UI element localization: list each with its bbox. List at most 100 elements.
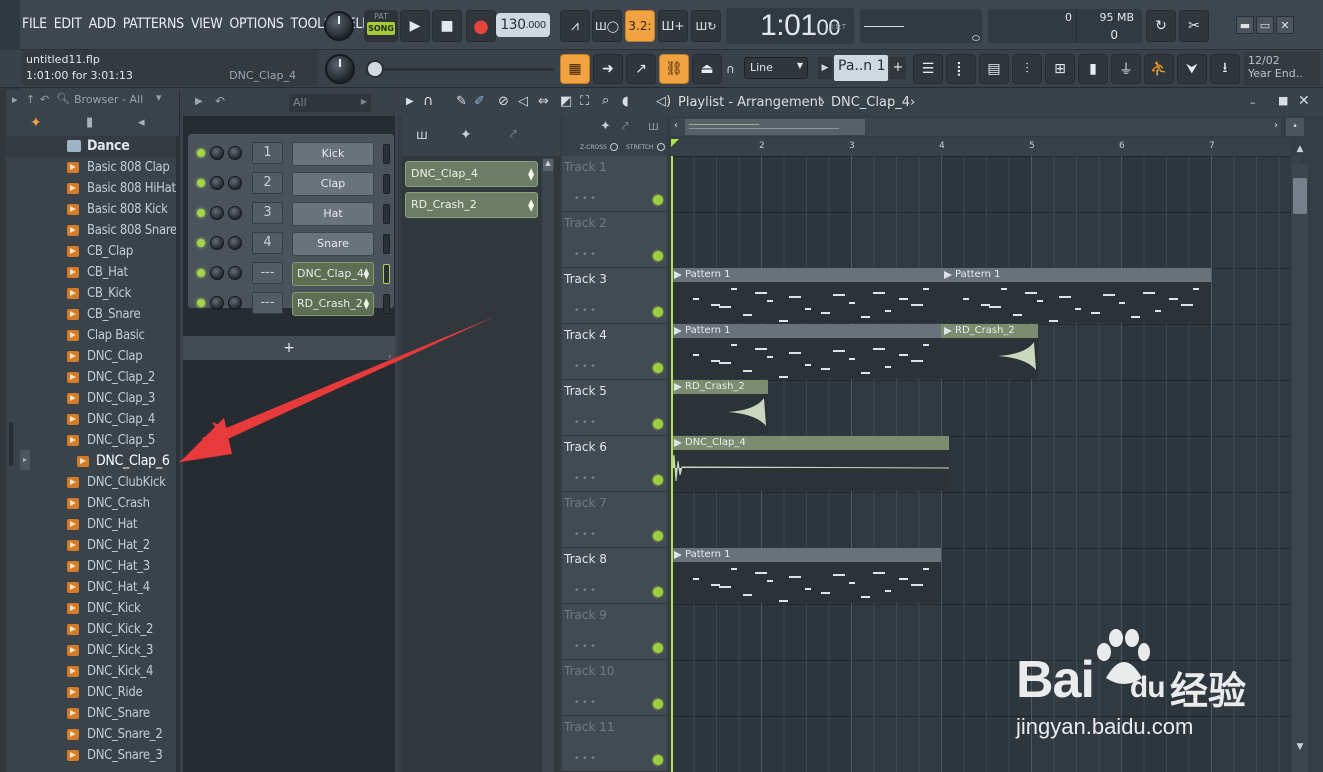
browser-collapse-icon[interactable]: ▸	[12, 93, 18, 106]
channel-button[interactable]: DNC_Clap_4 ⧫	[292, 262, 374, 286]
rack-collapse-icon[interactable]: ▶	[195, 96, 203, 107]
master-slider-handle[interactable]	[366, 60, 384, 78]
news-panel[interactable]: 12/02 Year End..	[1244, 52, 1320, 86]
plugin-database-button[interactable]: ⏚	[1111, 54, 1141, 84]
menu-edit[interactable]: EDIT	[54, 10, 82, 40]
zoom-tool-icon[interactable]: ⌕	[602, 93, 609, 108]
pattern-prev-button[interactable]: ▶	[818, 57, 832, 79]
folder-dance[interactable]: Dance	[0, 136, 180, 157]
picker-clip-dnc-clap-4[interactable]: DNC_Clap_4 ⧫	[405, 161, 538, 187]
tab-files-icon[interactable]: ▮	[86, 115, 93, 130]
track-enable-led[interactable]	[653, 363, 663, 373]
tempo-display[interactable]: 130.000	[496, 13, 550, 37]
list-item[interactable]: DNC_Hat_3	[0, 556, 180, 577]
list-item[interactable]: CB_Clap	[0, 241, 180, 262]
channel-select[interactable]	[383, 234, 390, 254]
audio-clip[interactable]: DNC_Clap_4	[671, 436, 949, 491]
delete-tool-icon[interactable]: ⊘	[498, 94, 509, 109]
channel-button[interactable]: Snare	[292, 232, 374, 256]
playlist-collapse-icon[interactable]: ▶	[406, 96, 414, 107]
pattern-selector[interactable]: Pa..n 1	[834, 55, 888, 81]
list-item[interactable]: DNC_Clap_4	[0, 409, 180, 430]
scroll-up-button[interactable]: ▲	[1292, 144, 1308, 160]
track-enable-led[interactable]	[653, 475, 663, 485]
list-item[interactable]: Basic 808 Kick	[0, 199, 180, 220]
paint-tool-icon[interactable]: ✐	[474, 94, 485, 109]
track-header[interactable]: Track 5 • • •	[562, 380, 667, 436]
vertical-scrollbar[interactable]	[1292, 164, 1308, 772]
pattern-clip[interactable]: Pattern 1	[671, 268, 941, 323]
list-item[interactable]: Basic 808 HiHat	[0, 178, 180, 199]
master-pitch-knob[interactable]	[325, 54, 355, 84]
channel-button[interactable]: Kick	[292, 142, 374, 166]
menu-options[interactable]: OPTIONS	[229, 10, 283, 40]
vertical-scroll-thumb[interactable]	[1293, 178, 1307, 214]
channel-volume-knob[interactable]	[210, 176, 224, 190]
timeline-ruler[interactable]: 2 3 4 5 6 7	[671, 138, 1291, 156]
track-enable-led[interactable]	[653, 699, 663, 709]
horizontal-scrollbar[interactable]: ‹ ›	[671, 118, 1281, 136]
master-volume-knob[interactable]	[324, 11, 354, 41]
scroll-left-icon[interactable]: ‹	[674, 120, 678, 131]
playlist-window-button[interactable]: ☰	[913, 54, 943, 84]
list-item[interactable]: DNC_Clap_5	[0, 430, 180, 451]
download-button[interactable]: ⭳	[1210, 54, 1240, 84]
mixer-track-number[interactable]: 4	[252, 232, 283, 254]
track-header[interactable]: Track 7 • • •	[562, 492, 667, 548]
list-item[interactable]: DNC_Kick_2	[0, 619, 180, 640]
list-item[interactable]: DNC_Snare	[0, 703, 180, 724]
tab-plugins-icon[interactable]: ◂	[138, 115, 145, 130]
playlist-menu-button[interactable]: •	[1286, 118, 1304, 136]
channel-select[interactable]	[383, 204, 390, 224]
list-item[interactable]: CB_Kick	[0, 283, 180, 304]
list-item[interactable]: Basic 808 Snare	[0, 220, 180, 241]
track-header[interactable]: Track 6 • • •	[562, 436, 667, 492]
list-item[interactable]: DNC_Snare_2	[0, 724, 180, 745]
channel-select[interactable]	[383, 174, 390, 194]
list-item[interactable]: DNC_Clap_2	[0, 367, 180, 388]
select-tool-icon[interactable]: ⛶	[580, 94, 589, 109]
list-item[interactable]: DNC_Hat_4	[0, 577, 180, 598]
browser-menu-icon[interactable]: ▾	[156, 91, 162, 104]
channel-volume-knob[interactable]	[210, 146, 224, 160]
project-info-button[interactable]: ▮	[1078, 54, 1108, 84]
audio-clip[interactable]: RD_Crash_2	[941, 324, 1038, 379]
channel-pan-knob[interactable]	[228, 146, 242, 160]
track-enable-led[interactable]	[653, 419, 663, 429]
mixer-button[interactable]: ⫶	[1012, 54, 1042, 84]
main-record-button[interactable]: ⏏	[692, 54, 722, 84]
piano-icon[interactable]: ш	[416, 128, 428, 143]
channel-pan-knob[interactable]	[228, 206, 242, 220]
search-icon[interactable]: 🔍︎	[56, 92, 70, 105]
typing-keyboard-button[interactable]: ▦	[560, 54, 590, 84]
track-enable-led[interactable]	[653, 251, 663, 261]
channel-mute-led[interactable]	[197, 149, 205, 157]
list-item[interactable]: DNC_ClubKick	[0, 472, 180, 493]
menu-patterns[interactable]: PATTERNS	[123, 10, 184, 40]
channel-rack-button[interactable]: ▤	[979, 54, 1009, 84]
list-item[interactable]: DNC_Clap_3	[0, 388, 180, 409]
audio-clip[interactable]: RD_Crash_2	[671, 380, 768, 435]
channel-mute-led[interactable]	[197, 299, 205, 307]
audio-clip-icon[interactable]: ✦	[460, 127, 472, 143]
channel-filter-select[interactable]: All ▶	[289, 94, 371, 112]
track-header[interactable]: Track 4 • • •	[562, 324, 667, 380]
menu-add[interactable]: ADD	[89, 10, 116, 40]
list-item[interactable]: CB_Snare	[0, 304, 180, 325]
channel-mute-led[interactable]	[197, 179, 205, 187]
slice-tool-icon[interactable]: ◩	[560, 94, 572, 109]
track-header[interactable]: Track 3 • • •	[562, 268, 667, 324]
list-item[interactable]: CB_Hat	[0, 262, 180, 283]
menu-view[interactable]: VIEW	[191, 10, 223, 40]
picker-scrollbar[interactable]	[542, 158, 554, 772]
playback-tool-icon[interactable]: ◖	[622, 94, 629, 109]
browser-expand-button[interactable]: ▸	[20, 450, 30, 470]
pencil-tool-icon[interactable]: ✎	[456, 94, 467, 109]
playhead-marker[interactable]	[671, 139, 679, 147]
slip-tool-icon[interactable]: ⇔	[538, 94, 549, 109]
track-enable-led[interactable]	[653, 307, 663, 317]
channel-select[interactable]	[383, 144, 390, 164]
pattern-clip[interactable]: Pattern 1	[671, 324, 941, 379]
channel-pan-knob[interactable]	[228, 296, 242, 310]
automation-icon[interactable]: ⤤	[510, 127, 517, 142]
